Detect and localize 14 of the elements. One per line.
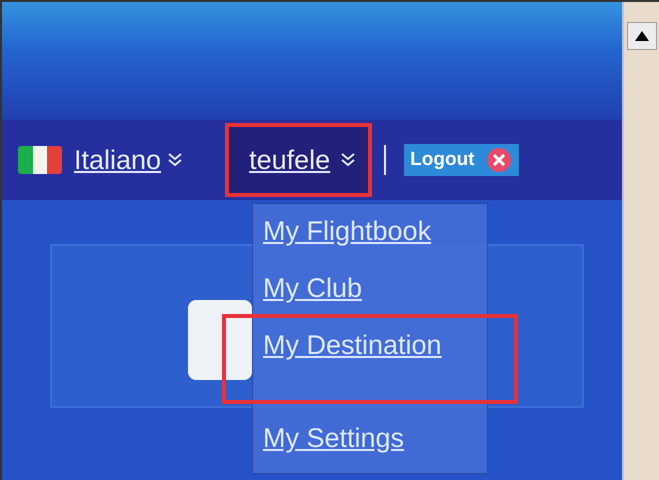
menu-item[interactable]: My Flightbook: [263, 216, 432, 247]
scroll-up-button[interactable]: [626, 22, 656, 50]
user-menu-toggle[interactable]: teufele: [225, 123, 372, 197]
chevron-down-icon[interactable]: [167, 152, 184, 168]
user-link[interactable]: teufele: [249, 144, 330, 176]
close-icon: [486, 148, 511, 172]
menu-item[interactable]: My Club: [263, 273, 362, 304]
menu-item[interactable]: My Settings: [263, 423, 404, 454]
flag-icon: [18, 146, 62, 174]
menu-item[interactable]: My Destination: [263, 330, 442, 361]
chevron-down-icon[interactable]: [340, 152, 356, 168]
logout-button[interactable]: Logout: [404, 144, 519, 176]
language-link[interactable]: Italiano: [74, 144, 162, 176]
up-arrow-icon: [634, 31, 648, 41]
